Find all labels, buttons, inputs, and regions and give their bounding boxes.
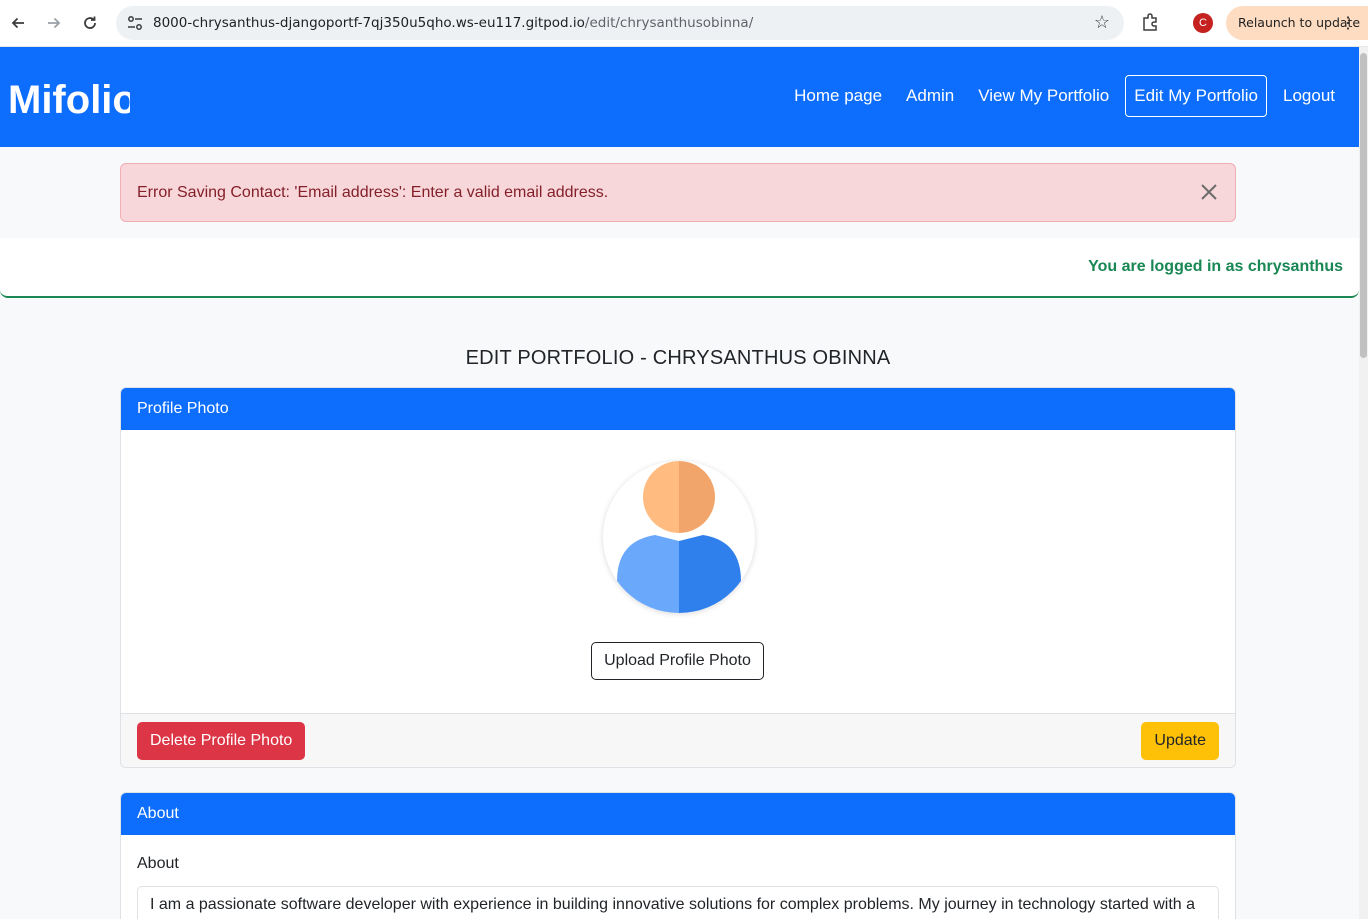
alert-message: Error Saving Contact: 'Email address': E… (137, 184, 609, 201)
about-card: About About I am a passionate software d… (120, 792, 1236, 919)
menu-kebab-icon[interactable]: ⋮ (1340, 13, 1356, 33)
profile-photo-body: Upload Profile Photo (121, 430, 1235, 713)
url-text: 8000-chrysanthus-djangoportf-7qj350u5qho… (153, 15, 754, 31)
close-icon[interactable] (1199, 182, 1219, 202)
default-avatar-icon (603, 461, 755, 613)
nav-view-portfolio[interactable]: View My Portfolio (966, 76, 1121, 116)
reload-icon[interactable] (77, 10, 103, 36)
nav-logout[interactable]: Logout (1271, 76, 1347, 116)
delete-profile-photo-button[interactable]: Delete Profile Photo (137, 722, 306, 760)
profile-photo-card: Profile Photo Upload Profile Photo Delet… (120, 387, 1236, 768)
nav-admin[interactable]: Admin (894, 76, 966, 116)
scrollbar-thumb[interactable] (1360, 53, 1367, 358)
about-field-label: About (137, 855, 179, 872)
profile-photo-header: Profile Photo (121, 388, 1235, 430)
svg-text:Mifolio: Mifolio (8, 78, 130, 119)
profile-photo-footer: Delete Profile Photo Update (121, 713, 1235, 767)
site-settings-icon[interactable] (126, 14, 144, 32)
user-status-bar: You are logged in as chrysanthus (0, 238, 1359, 298)
address-bar[interactable]: 8000-chrysanthus-djangoportf-7qj350u5qho… (116, 6, 1124, 40)
extensions-puzzle-icon[interactable] (1140, 12, 1160, 32)
upload-profile-photo-button[interactable]: Upload Profile Photo (591, 642, 764, 680)
update-button[interactable]: Update (1141, 722, 1219, 760)
logged-in-text: You are logged in as chrysanthus (1088, 258, 1343, 275)
about-header: About (121, 793, 1235, 835)
bookmark-star-icon[interactable]: ☆ (1094, 12, 1110, 33)
forward-arrow-icon[interactable] (41, 10, 67, 36)
nav-edit-portfolio[interactable]: Edit My Portfolio (1125, 75, 1267, 117)
about-textarea[interactable]: I am a passionate software developer wit… (137, 886, 1219, 919)
nav-home-page[interactable]: Home page (782, 76, 894, 116)
site-navbar: Mifolio Home page Admin View My Portfoli… (0, 47, 1359, 147)
relaunch-button[interactable]: Relaunch to update ⋮ (1226, 6, 1368, 40)
page-scrollbar[interactable] (1359, 47, 1368, 919)
error-alert: Error Saving Contact: 'Email address': E… (120, 163, 1236, 222)
page-title: EDIT PORTFOLIO - CHRYSANTHUS OBINNA (465, 347, 891, 369)
brand-logo[interactable]: Mifolio (8, 77, 130, 119)
browser-toolbar: 8000-chrysanthus-djangoportf-7qj350u5qho… (0, 0, 1368, 47)
profile-avatar-icon[interactable]: C (1193, 13, 1213, 33)
nav-links: Home page Admin View My Portfolio Edit M… (782, 75, 1347, 117)
back-arrow-icon[interactable] (5, 10, 31, 36)
